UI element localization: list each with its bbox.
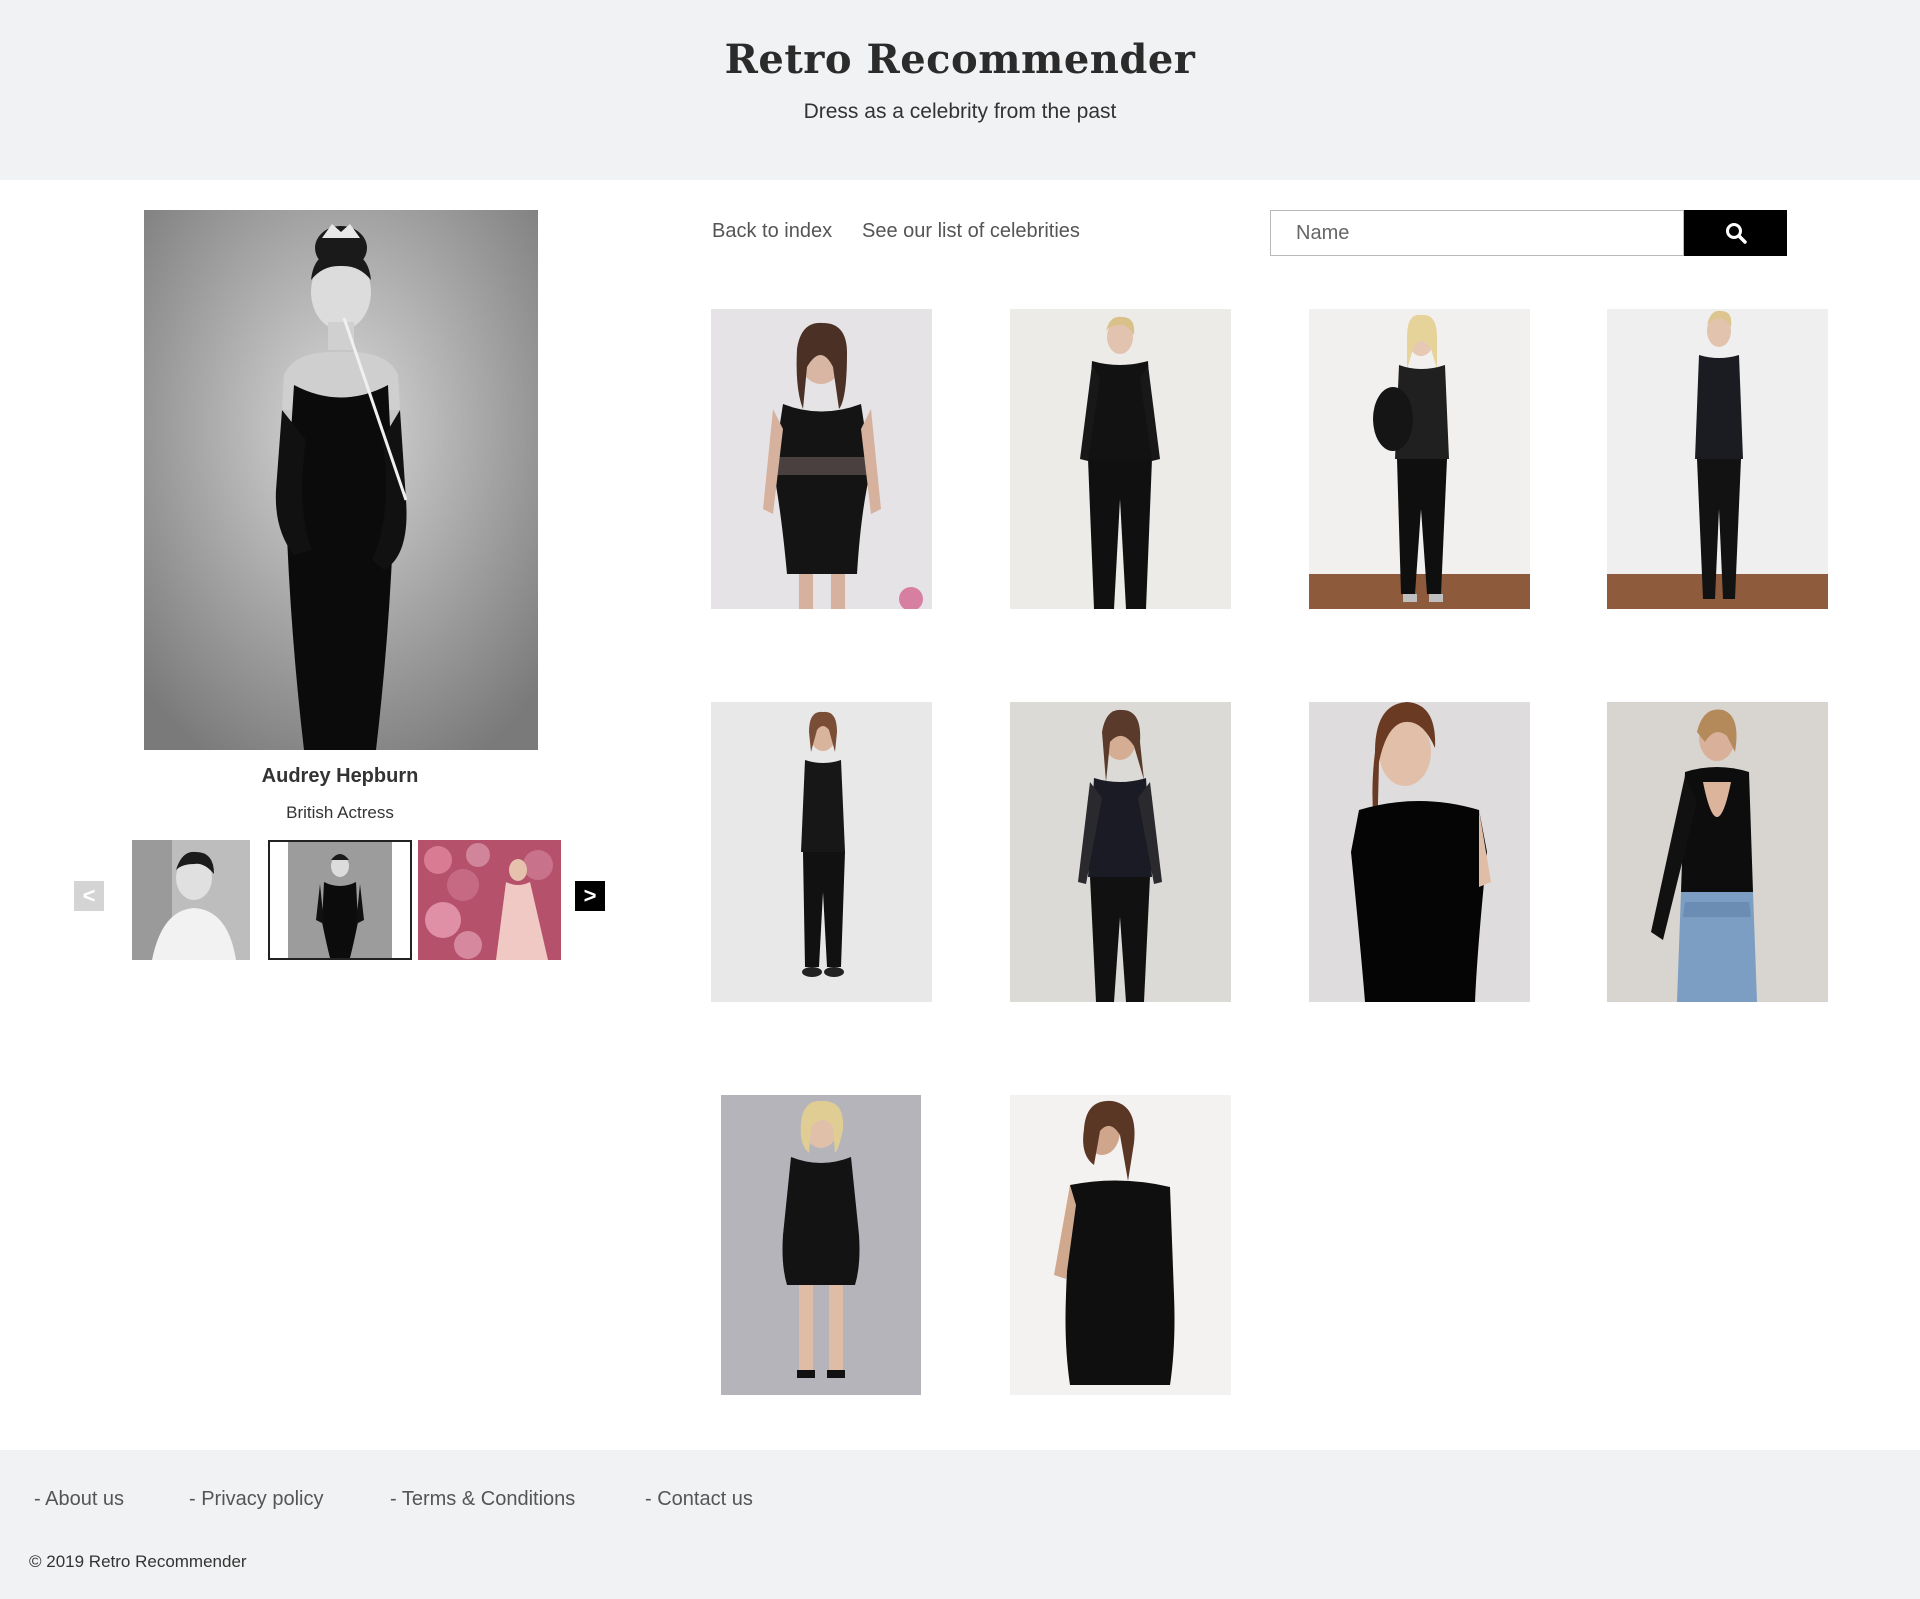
footer-link-contact[interactable]: - Contact us [645, 1488, 753, 1511]
copyright-text: © 2019 Retro Recommender [29, 1552, 247, 1571]
carousel-prev-button[interactable]: < [74, 881, 104, 911]
site-title: Retro Recommender [724, 36, 1196, 83]
site-footer: - About us - Privacy policy - Terms & Co… [0, 1450, 1920, 1599]
celebrity-name: Audrey Hepburn [261, 765, 419, 787]
search-icon [1725, 222, 1747, 244]
search-input[interactable] [1270, 210, 1684, 256]
celebrity-main-photo [144, 210, 538, 750]
celebrity-thumbnail[interactable] [418, 840, 561, 960]
back-to-index-link[interactable]: Back to index [712, 220, 832, 243]
footer-link-privacy[interactable]: - Privacy policy [189, 1488, 323, 1511]
product-image[interactable] [1309, 702, 1530, 1002]
footer-link-about[interactable]: - About us [34, 1488, 124, 1511]
product-image[interactable] [1010, 1095, 1231, 1395]
site-subtitle: Dress as a celebrity from the past [803, 100, 1117, 123]
site-header: Retro Recommender Dress as a celebrity f… [0, 0, 1920, 180]
product-image[interactable] [711, 309, 932, 609]
product-image[interactable] [711, 1095, 932, 1395]
celebrity-description: British Actress [286, 803, 394, 822]
product-image[interactable] [1607, 702, 1828, 1002]
search-button[interactable] [1684, 210, 1787, 256]
celebrity-list-link[interactable]: See our list of celebrities [862, 220, 1080, 243]
product-image[interactable] [1010, 309, 1231, 609]
celebrity-thumbnail-selected[interactable] [268, 840, 412, 960]
product-image[interactable] [1309, 309, 1530, 609]
carousel-next-button[interactable]: > [575, 881, 605, 911]
product-image[interactable] [1010, 702, 1231, 1002]
celebrity-thumbnail[interactable] [132, 840, 250, 960]
product-image[interactable] [711, 702, 932, 1002]
footer-link-terms[interactable]: - Terms & Conditions [390, 1488, 575, 1511]
product-image[interactable] [1607, 309, 1828, 609]
